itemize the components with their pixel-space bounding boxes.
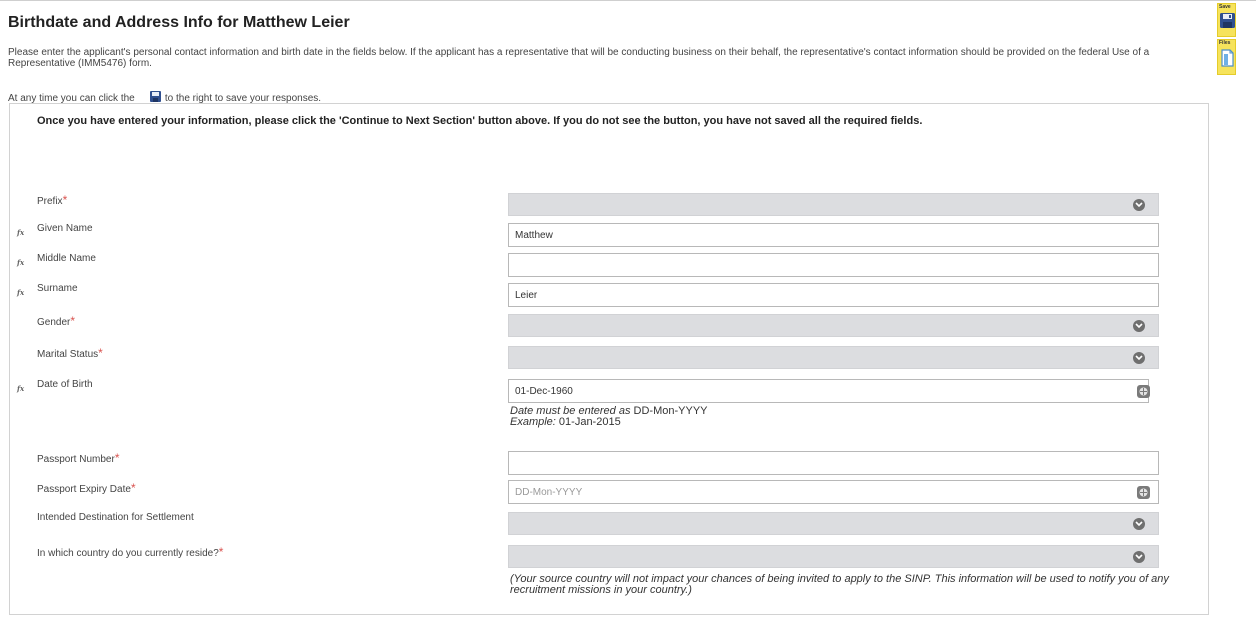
chevron-down-icon: [1133, 199, 1145, 211]
required-marker: *: [62, 193, 68, 207]
passport-number-input[interactable]: [508, 451, 1159, 475]
date-format-help: Date must be entered as DD-Mon-YYYY Exam…: [510, 405, 708, 428]
passport-expiry-label: Passport Expiry Date*: [37, 481, 136, 495]
middle-name-label: Middle Name: [37, 253, 96, 264]
country-of-residence-select[interactable]: [508, 545, 1159, 568]
intended-destination-label: Intended Destination for Settlement: [37, 512, 194, 523]
chevron-down-icon: [1133, 518, 1145, 530]
marital-status-label: Marital Status*: [37, 346, 103, 360]
prefix-select[interactable]: [508, 193, 1159, 216]
calendar-icon[interactable]: [1137, 385, 1150, 398]
prefix-label: Prefix*: [37, 193, 68, 207]
country-of-residence-label: In which country do you currently reside…: [37, 545, 224, 559]
calendar-icon[interactable]: [1137, 486, 1150, 499]
marital-status-select[interactable]: [508, 346, 1159, 369]
passport-expiry-input[interactable]: [508, 480, 1159, 504]
form-panel: Once you have entered your information, …: [9, 103, 1209, 615]
middle-name-input[interactable]: [508, 253, 1159, 277]
chevron-down-icon: [1133, 551, 1145, 563]
files-button[interactable]: Files: [1217, 39, 1236, 75]
required-marker: *: [114, 451, 120, 465]
country-help-text: (Your source country will not impact you…: [510, 573, 1169, 596]
given-name-input[interactable]: [508, 223, 1159, 247]
passport-number-label: Passport Number*: [37, 451, 120, 465]
chevron-down-icon: [1133, 352, 1145, 364]
form-notice: Once you have entered your information, …: [37, 115, 923, 127]
save-button-label: Save: [1219, 4, 1231, 10]
save-button[interactable]: Save: [1217, 3, 1236, 37]
required-marker: *: [98, 346, 103, 360]
required-marker: *: [130, 481, 136, 495]
chevron-down-icon: [1133, 320, 1145, 332]
required-marker: *: [218, 545, 224, 559]
page-title: Birthdate and Address Info for Matthew L…: [8, 14, 350, 31]
fx-icon: fx: [17, 258, 25, 267]
files-button-label: Files: [1219, 40, 1231, 46]
save-hint-after: to the right to save your responses.: [164, 92, 322, 104]
save-hint-before: At any time you can click the: [8, 92, 135, 104]
fx-icon: fx: [17, 288, 25, 297]
date-of-birth-label: Date of Birth: [37, 379, 93, 390]
fx-icon: fx: [17, 228, 25, 237]
surname-label: Surname: [37, 283, 78, 294]
gender-label: Gender*: [37, 314, 76, 328]
date-of-birth-input[interactable]: [508, 379, 1149, 403]
required-marker: *: [70, 314, 76, 328]
intended-destination-select[interactable]: [508, 512, 1159, 535]
given-name-label: Given Name: [37, 223, 93, 234]
surname-input[interactable]: [508, 283, 1159, 307]
intro-text: Please enter the applicant's personal co…: [8, 47, 1150, 69]
gender-select[interactable]: [508, 314, 1159, 337]
fx-icon: fx: [17, 384, 25, 393]
